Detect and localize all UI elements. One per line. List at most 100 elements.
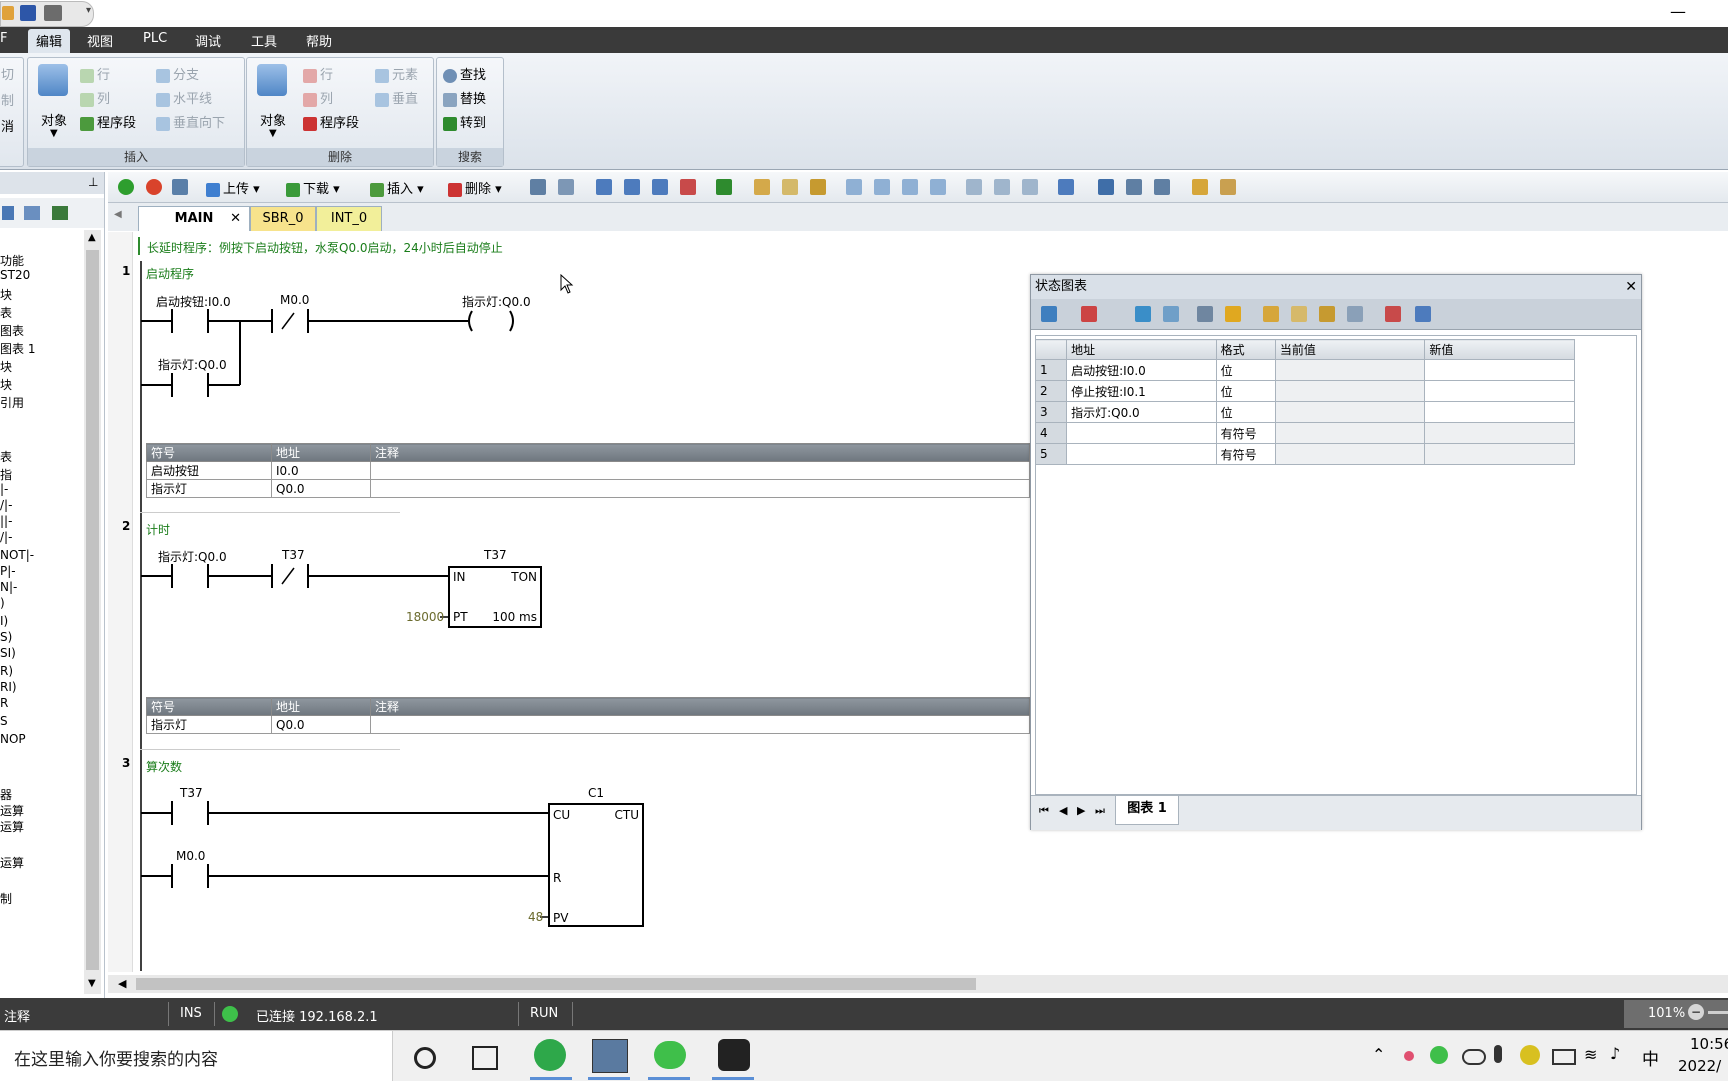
vertical-up-icon[interactable] <box>902 179 918 195</box>
clock-time[interactable]: 10:56 <box>1690 1035 1728 1053</box>
tray-plus-icon[interactable] <box>1520 1045 1540 1065</box>
table-icon[interactable] <box>1098 179 1114 195</box>
contact-icon[interactable] <box>596 179 612 195</box>
tree-item[interactable]: I) <box>0 614 8 628</box>
tooltip-icon[interactable] <box>1415 306 1431 322</box>
tree-item[interactable]: /|- <box>0 530 12 544</box>
insert-vdown-button[interactable]: 垂直向下 <box>156 112 225 131</box>
cortana-icon[interactable] <box>414 1047 436 1069</box>
coil-tool-icon[interactable] <box>994 179 1010 195</box>
wechat-icon[interactable] <box>654 1041 686 1069</box>
address-cell[interactable]: 停止按钮:I0.1 <box>1066 380 1217 402</box>
scroll-up-icon[interactable]: ▲ <box>88 232 96 243</box>
tree-item[interactable]: R <box>0 696 8 710</box>
new-value-cell[interactable] <box>1424 443 1575 465</box>
menu-view[interactable]: 视图 <box>87 31 113 50</box>
timer-block[interactable]: IN TON PT 100 ms <box>448 566 542 628</box>
lock-icon[interactable] <box>754 179 770 195</box>
tree-item[interactable]: /|- <box>0 498 12 512</box>
add-lock-icon[interactable] <box>810 179 826 195</box>
tree-item[interactable]: |- <box>0 482 8 496</box>
tree-item[interactable]: 图表 <box>0 322 24 339</box>
delete-segment-button[interactable]: 程序段 <box>303 112 359 131</box>
minimize-icon[interactable]: — <box>1670 2 1686 21</box>
qat-dropdown-icon[interactable]: ▾ <box>86 5 91 16</box>
unlock-icon[interactable] <box>782 179 798 195</box>
insert-col-button[interactable]: 列 <box>80 88 110 107</box>
tree-item[interactable]: 图表 1 <box>0 340 35 357</box>
address-cell[interactable]: 启动按钮:I0.0 <box>1066 359 1217 381</box>
tree-item[interactable]: SI) <box>0 646 16 660</box>
delete-row-icon[interactable] <box>1081 306 1097 322</box>
delete-element-button[interactable]: 元素 <box>375 64 418 83</box>
goto-button[interactable]: 转到 <box>443 112 486 131</box>
edit-icon[interactable] <box>1126 179 1142 195</box>
menu-plc[interactable]: PLC <box>143 31 167 46</box>
open-icon[interactable] <box>2 6 14 20</box>
volume-icon[interactable]: ♪ <box>1610 1044 1620 1063</box>
new-value-cell[interactable] <box>1424 359 1575 381</box>
stop-icon[interactable] <box>146 179 162 195</box>
close-icon[interactable]: ✕ <box>230 207 241 231</box>
rung-title[interactable]: 计时 <box>146 521 170 538</box>
address-cell[interactable] <box>1066 443 1217 465</box>
menu-debug[interactable]: 调试 <box>195 31 221 50</box>
tree-item[interactable]: 块 <box>0 376 12 393</box>
delete-row-button[interactable]: 行 <box>303 64 333 83</box>
delete-button[interactable]: 删除 ▾ <box>448 178 502 197</box>
tab-int0[interactable]: INT_0 <box>316 206 382 231</box>
menu-help[interactable]: 帮助 <box>306 31 332 50</box>
tree-item[interactable]: N|- <box>0 580 17 594</box>
next-sheet-icon[interactable]: ▶ <box>1077 804 1085 817</box>
bilibili-icon[interactable] <box>718 1039 750 1071</box>
tree-item[interactable]: S <box>0 714 8 728</box>
insert-button[interactable]: 插入 ▾ <box>370 178 424 197</box>
browser-icon[interactable] <box>534 1039 566 1071</box>
copy-button[interactable]: 制 <box>1 90 14 109</box>
counter-preset[interactable]: 48 <box>528 910 543 924</box>
format-cell[interactable]: 有符号 <box>1215 422 1276 444</box>
insert-segment-button[interactable]: 程序段 <box>80 112 136 131</box>
cut-button[interactable]: 切 <box>1 64 14 83</box>
menu-file[interactable]: F <box>0 31 7 46</box>
battery-icon[interactable] <box>1552 1049 1576 1065</box>
wifi-icon[interactable]: ≋ <box>1584 1045 1597 1064</box>
tree-item[interactable]: R) <box>0 664 13 678</box>
zoom-out-icon[interactable]: − <box>1688 1004 1704 1020</box>
timer-preset[interactable]: 18000 <box>406 610 444 624</box>
upload-button[interactable]: 上传 ▾ <box>206 178 260 197</box>
tree-item[interactable]: 表 <box>0 448 12 465</box>
tree-item[interactable]: NOP <box>0 732 26 746</box>
tree-item[interactable]: 器 <box>0 786 12 803</box>
tree-item[interactable]: RI) <box>0 680 17 694</box>
format-cell[interactable]: 位 <box>1215 401 1276 423</box>
add-row-icon[interactable] <box>1041 306 1057 322</box>
tree-item[interactable]: P|- <box>0 564 16 578</box>
tree-item[interactable]: 块 <box>0 286 12 303</box>
task-view-icon[interactable] <box>472 1046 498 1070</box>
zoom-slider[interactable] <box>1708 1011 1728 1014</box>
tree-item[interactable]: S) <box>0 630 12 644</box>
ime-indicator[interactable]: 中 <box>1642 1045 1659 1070</box>
pin-icon[interactable]: ⊥ <box>88 175 98 189</box>
program-comment[interactable]: 长延时程序：例按下启动按钮，水泵Q0.0启动，24小时后自动停止 <box>147 239 503 256</box>
scroll-down-icon[interactable]: ▼ <box>88 978 96 989</box>
tree-item[interactable]: ST20 <box>0 268 30 282</box>
menu-edit[interactable]: 编辑 <box>28 29 71 55</box>
download-button[interactable]: 下载 ▾ <box>286 178 340 197</box>
force-lock-icon[interactable] <box>1263 306 1279 322</box>
tree-item[interactable]: 指 <box>0 466 12 483</box>
replace-button[interactable]: 替换 <box>443 88 486 107</box>
scroll-left-icon[interactable]: ◀ <box>118 977 126 990</box>
menu-tools[interactable]: 工具 <box>251 31 277 50</box>
new-value-cell[interactable] <box>1424 422 1575 444</box>
box-tool-icon[interactable] <box>1022 179 1038 195</box>
scroll-thumb[interactable] <box>136 978 976 990</box>
table-row[interactable]: 指示灯 Q0.0 <box>146 715 1030 734</box>
insert-object-button[interactable]: 对象 <box>41 110 67 129</box>
tree-item[interactable]: NOT|- <box>0 548 34 562</box>
tray-wechat-icon[interactable] <box>1430 1046 1448 1064</box>
clipboard-icon[interactable] <box>1220 179 1236 195</box>
compile-icon[interactable] <box>172 179 188 195</box>
tree-item[interactable]: 制 <box>0 890 12 907</box>
